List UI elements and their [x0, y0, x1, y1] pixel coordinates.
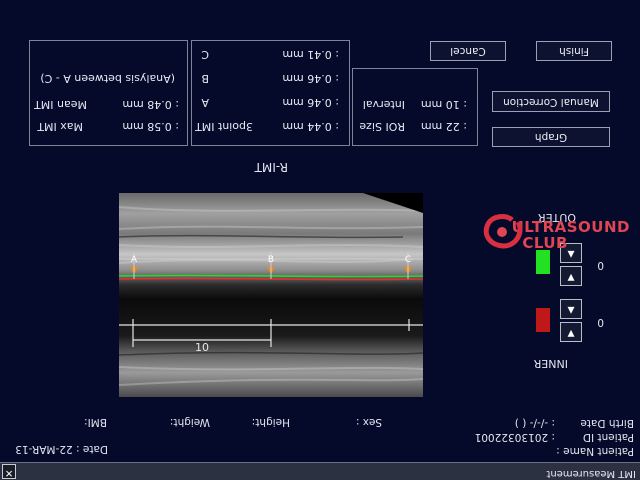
interval-label: Interval — [362, 98, 405, 111]
birth-date-value: : -/-/- ( ) — [514, 417, 555, 429]
imt-screen: IMT Measurement ✕ Patient Name : Patient… — [0, 0, 640, 480]
logo-mark-icon — [483, 214, 523, 249]
logo-line2: CLUB — [522, 234, 568, 252]
roi-panel: : 22 mm ROI Size : 10 mm Interval — [352, 68, 478, 146]
marker-label-c: C — [405, 255, 411, 265]
three-point-value: : 0.44 mm — [282, 120, 339, 133]
analysis-range-note: (Analysis between A - C) — [40, 72, 175, 85]
outer-down-button[interactable]: ▼ — [560, 266, 582, 286]
graph-button[interactable]: Graph — [492, 127, 610, 147]
marker-label-a: A — [131, 255, 138, 265]
inner-label: INNER — [533, 357, 568, 370]
inner-color-swatch — [536, 308, 550, 332]
outer-value: 0 — [597, 259, 604, 271]
bmi-label: BMI: — [84, 416, 107, 428]
interval-value: : 10 mm — [420, 98, 467, 111]
point-c-value: : 0.41 mm — [282, 48, 339, 61]
manual-correction-button[interactable]: Manual Correction — [492, 91, 610, 112]
app-root: IMT Measurement ✕ Patient Name : Patient… — [0, 0, 640, 480]
close-icon[interactable]: ✕ — [2, 464, 16, 479]
point-c-label: C — [201, 48, 209, 61]
chevron-up-icon: ▲ — [567, 305, 575, 315]
patient-id-label: Patient ID — [582, 431, 634, 443]
ultrasound-image[interactable]: 10 C B A — [119, 193, 423, 397]
roi-size-label: ROI Size — [359, 120, 405, 133]
cancel-button[interactable]: Cancel — [430, 41, 506, 61]
point-a-label: A — [201, 96, 209, 109]
exam-date: Date : 22-MAR-13 — [15, 443, 108, 455]
ultrasound-club-logo: ULTRASOUND CLUB — [460, 208, 640, 258]
rotated-ui: IMT Measurement ✕ Patient Name : Patient… — [0, 0, 640, 480]
max-imt-value: : 0.58 mm — [122, 120, 179, 133]
roi-size-value: : 22 mm — [420, 120, 467, 133]
window-title: IMT Measurement — [546, 468, 636, 479]
tissue-background — [119, 193, 423, 397]
patient-id-value: : 20130322001 — [474, 431, 555, 443]
scale-label: 10 — [195, 341, 209, 354]
finish-button[interactable]: Finish — [536, 41, 612, 61]
ultrasound-svg: 10 C B A — [119, 193, 423, 397]
three-point-label: 3point IMT — [194, 120, 253, 133]
mean-imt-value: : 0.48 mm — [122, 98, 179, 111]
point-b-value: : 0.46 mm — [282, 72, 339, 85]
sex-label: Sex : — [355, 416, 382, 428]
side-label: R-IMT — [254, 160, 288, 174]
inner-up-button[interactable]: ▲ — [560, 299, 582, 319]
marker-label-b: B — [268, 255, 274, 265]
points-panel: : 0.44 mm 3point IMT : 0.46 mm A : 0.46 … — [191, 40, 350, 146]
weight-label: Weight: — [169, 416, 210, 428]
chevron-down-icon: ▼ — [567, 272, 575, 282]
max-imt-label: Max IMT — [37, 120, 83, 133]
birth-date-label: Birth Date — [580, 417, 634, 429]
chevron-down-icon: ▼ — [567, 328, 575, 338]
stats-panel: : 0.58 mm Max IMT : 0.48 mm Mean IMT (An… — [29, 40, 188, 146]
inner-down-button[interactable]: ▼ — [560, 322, 582, 342]
inner-value: 0 — [597, 316, 604, 328]
height-label: Height: — [251, 416, 290, 428]
point-b-label: B — [201, 72, 209, 85]
mean-imt-label: Mean IMT — [34, 98, 87, 111]
patient-name-label: Patient Name : — [556, 445, 634, 457]
point-a-value: : 0.46 mm — [282, 96, 339, 109]
title-bar: IMT Measurement ✕ — [0, 462, 640, 480]
